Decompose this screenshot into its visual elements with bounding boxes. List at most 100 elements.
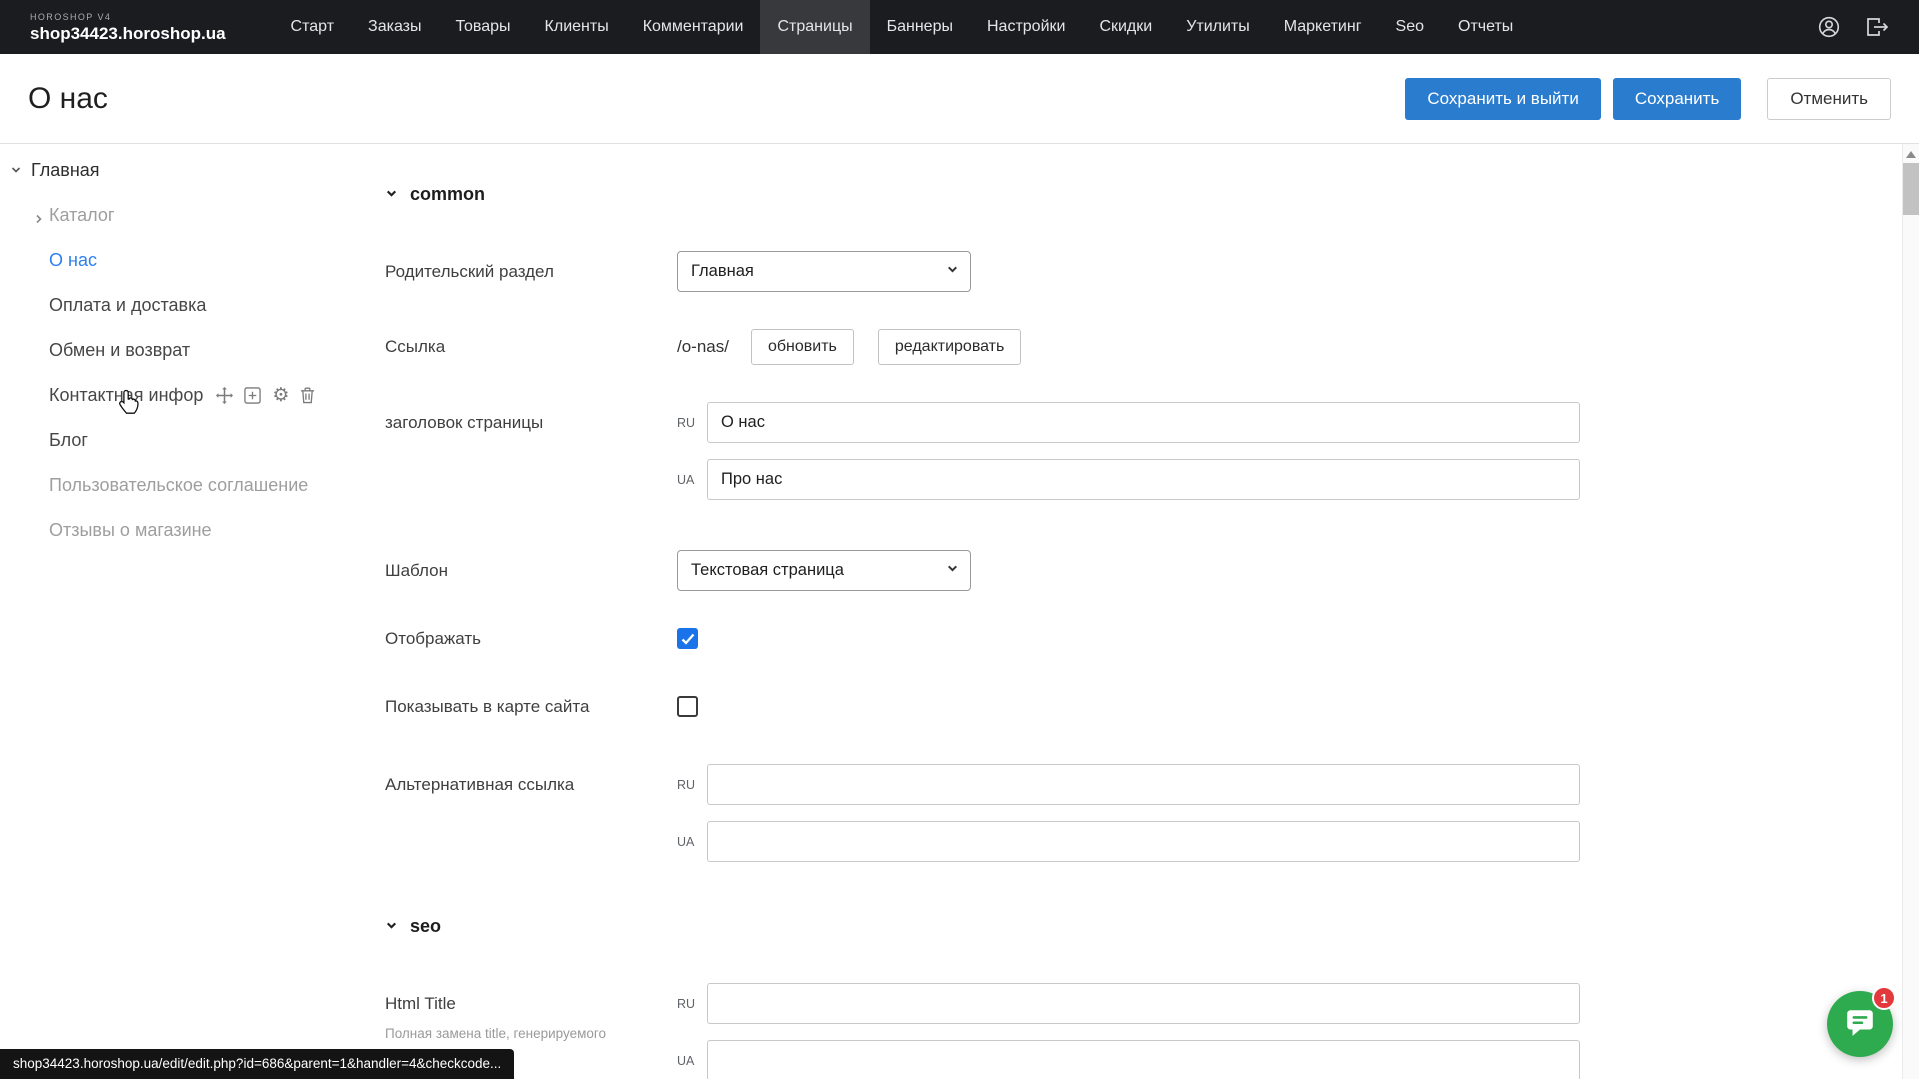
- content: Главная Каталог О нас Оплата и доставка …: [0, 144, 1919, 1079]
- add-icon[interactable]: [244, 387, 261, 404]
- html-title-group: Html Title Полная замена title, генериру…: [385, 983, 1919, 1079]
- logout-icon[interactable]: [1865, 16, 1889, 38]
- sitemap-label: Показывать в карте сайта: [385, 697, 677, 717]
- move-icon[interactable]: [216, 387, 233, 404]
- chevron-down-icon: [385, 916, 398, 937]
- parent-section-select[interactable]: Главная: [677, 251, 971, 292]
- link-edit-button[interactable]: редактировать: [878, 329, 1021, 365]
- tree-item-label: Отзывы о магазине: [49, 520, 212, 541]
- tree-item-otzyvy-o-magazine[interactable]: Отзывы о магазине: [0, 508, 351, 553]
- trash-icon[interactable]: [300, 387, 315, 404]
- section-title: common: [410, 184, 485, 205]
- nav-banners[interactable]: Баннеры: [870, 0, 970, 54]
- lang-tag-ru: RU: [677, 416, 707, 430]
- logo-domain: shop34423.horoshop.ua: [30, 25, 226, 42]
- nav-marketing[interactable]: Маркетинг: [1267, 0, 1379, 54]
- selected-value: Главная: [691, 262, 754, 281]
- link-label: Ссылка: [385, 337, 677, 357]
- template-select[interactable]: Текстовая страница: [677, 550, 971, 591]
- nav-orders[interactable]: Заказы: [351, 0, 438, 54]
- tree-item-o-nas[interactable]: О нас: [0, 238, 351, 283]
- lang-tag-ua: UA: [677, 473, 707, 487]
- parent-section-label: Родительский раздел: [385, 262, 677, 282]
- link-update-button[interactable]: обновить: [751, 329, 854, 365]
- chevron-down-icon: [385, 184, 398, 205]
- tree-item-blog[interactable]: Блог: [0, 418, 351, 463]
- alt-link-group: Альтернативная ссылка RU UA: [385, 764, 1919, 862]
- tree-item-label: Контактная инфор: [49, 385, 203, 406]
- cancel-button[interactable]: Отменить: [1767, 78, 1891, 120]
- tree-item-polzovatelskoe-soglashenie[interactable]: Пользовательское соглашение: [0, 463, 351, 508]
- tree-item-actions: ⚙: [216, 386, 315, 405]
- page-title-group: заголовок страницы RU UA: [385, 402, 1919, 500]
- tree-item-oplata-i-dostavka[interactable]: Оплата и доставка: [0, 283, 351, 328]
- nav-settings[interactable]: Настройки: [970, 0, 1082, 54]
- logo-version: HOROSHOP V4: [30, 13, 226, 22]
- nav-seo[interactable]: Seo: [1379, 0, 1441, 54]
- pages-tree-sidebar: Главная Каталог О нас Оплата и доставка …: [0, 144, 351, 1079]
- chevron-down-icon: [10, 160, 22, 181]
- nav-comments[interactable]: Комментарии: [626, 0, 761, 54]
- page-title: О нас: [28, 82, 108, 116]
- page-title-label: заголовок страницы: [385, 402, 677, 443]
- tree-item-label: Пользовательское соглашение: [49, 475, 308, 496]
- chat-launcher[interactable]: 1: [1827, 991, 1893, 1057]
- alt-link-ua-input[interactable]: [707, 821, 1580, 862]
- alt-link-ru-input[interactable]: [707, 764, 1580, 805]
- display-label: Отображать: [385, 629, 677, 649]
- parent-section-row: Родительский раздел Главная: [385, 251, 1919, 292]
- user-icon[interactable]: [1817, 15, 1841, 39]
- selected-value: Текстовая страница: [691, 561, 844, 580]
- header-actions: Сохранить и выйти Сохранить Отменить: [1405, 78, 1891, 120]
- section-seo[interactable]: seo: [385, 916, 1919, 937]
- section-title: seo: [410, 916, 441, 937]
- tree-item-glavnaya[interactable]: Главная: [0, 148, 351, 193]
- page-edit-form: common Родительский раздел Главная Ссылк…: [351, 144, 1919, 1079]
- save-and-exit-button[interactable]: Сохранить и выйти: [1405, 78, 1600, 120]
- page-title-ru-input[interactable]: [707, 402, 1580, 443]
- template-label: Шаблон: [385, 561, 677, 581]
- html-title-ru-input[interactable]: [707, 983, 1580, 1024]
- html-title-label: Html Title: [385, 983, 677, 1024]
- top-navigation: Старт Заказы Товары Клиенты Комментарии …: [274, 0, 1531, 54]
- lang-tag-ru: RU: [677, 778, 707, 792]
- nav-start[interactable]: Старт: [274, 0, 351, 54]
- html-title-note: Полная замена title, генерируемого: [385, 1026, 677, 1043]
- tree-item-label: Главная: [31, 160, 100, 181]
- page-title-ua-input[interactable]: [707, 459, 1580, 500]
- tree-item-label: Блог: [49, 430, 88, 451]
- chevron-right-icon: [33, 209, 45, 230]
- scroll-up-arrow[interactable]: [1906, 151, 1916, 158]
- link-path: /o-nas/: [677, 337, 729, 357]
- sitemap-checkbox[interactable]: [677, 696, 698, 717]
- save-button[interactable]: Сохранить: [1613, 78, 1741, 120]
- tree-item-obmen-i-vozvrat[interactable]: Обмен и возврат: [0, 328, 351, 373]
- tree-item-label: Оплата и доставка: [49, 295, 206, 316]
- nav-utilities[interactable]: Утилиты: [1169, 0, 1267, 54]
- nav-discounts[interactable]: Скидки: [1082, 0, 1169, 54]
- template-row: Шаблон Текстовая страница: [385, 550, 1919, 591]
- unread-badge: 1: [1872, 986, 1896, 1010]
- tree-item-label: О нас: [49, 250, 97, 271]
- lang-tag-ru: RU: [677, 997, 707, 1011]
- lang-tag-ua: UA: [677, 1054, 707, 1068]
- nav-products[interactable]: Товары: [439, 0, 528, 54]
- logo[interactable]: HOROSHOP V4 shop34423.horoshop.ua: [30, 13, 226, 42]
- link-row: Ссылка /o-nas/ обновить редактировать: [385, 329, 1919, 365]
- tree-item-kontaktnaya-informatsiya[interactable]: Контактная инфор ⚙: [0, 373, 351, 418]
- sitemap-row: Показывать в карте сайта: [385, 696, 1919, 717]
- chat-icon: [1844, 1006, 1876, 1043]
- section-common[interactable]: common: [385, 184, 1919, 205]
- lang-tag-ua: UA: [677, 835, 707, 849]
- gear-icon[interactable]: ⚙: [272, 386, 289, 405]
- display-row: Отображать: [385, 628, 1919, 649]
- tree-item-katalog[interactable]: Каталог: [0, 193, 351, 238]
- nav-reports[interactable]: Отчеты: [1441, 0, 1530, 54]
- topbar: HOROSHOP V4 shop34423.horoshop.ua Старт …: [0, 0, 1919, 54]
- nav-pages[interactable]: Страницы: [760, 0, 869, 54]
- nav-clients[interactable]: Клиенты: [528, 0, 626, 54]
- html-title-ua-input[interactable]: [707, 1040, 1580, 1079]
- display-checkbox[interactable]: [677, 628, 698, 649]
- scrollbar-thumb[interactable]: [1903, 163, 1919, 215]
- scrollbar[interactable]: [1902, 144, 1919, 1079]
